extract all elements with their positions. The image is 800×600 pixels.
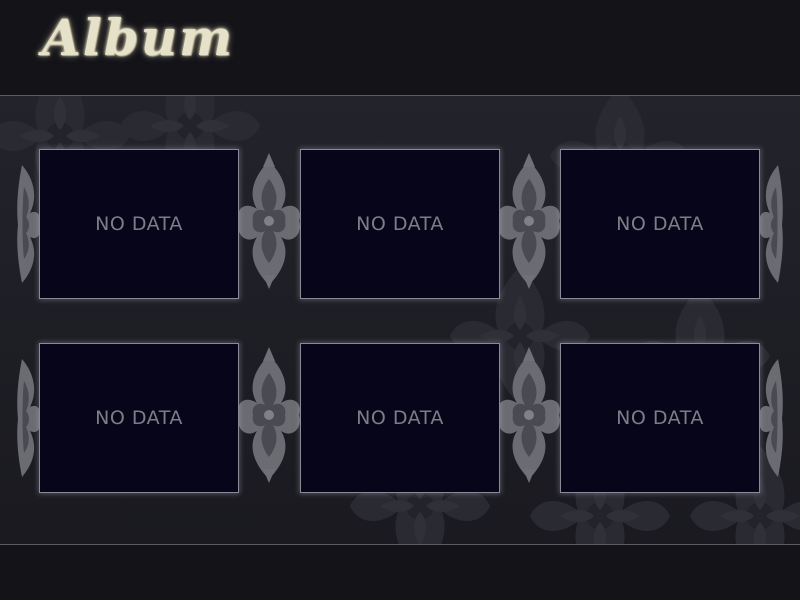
slot-label: NO DATA (356, 407, 444, 429)
slot-label: NO DATA (95, 407, 183, 429)
album-slot[interactable]: NO DATA (300, 149, 500, 299)
album-screen: Album NO DATA NO DATA NO DATA NO DATA NO… (0, 0, 800, 600)
slot-label: NO DATA (616, 213, 704, 235)
slot-label: NO DATA (356, 213, 444, 235)
album-slot[interactable]: NO DATA (560, 343, 760, 493)
header: Album (0, 0, 800, 95)
page-title: Album (42, 8, 235, 67)
album-slot[interactable]: NO DATA (560, 149, 760, 299)
album-slot[interactable]: NO DATA (39, 149, 239, 299)
slot-label: NO DATA (616, 407, 704, 429)
album-slot[interactable]: NO DATA (39, 343, 239, 493)
album-slot[interactable]: NO DATA (300, 343, 500, 493)
album-panel: NO DATA NO DATA NO DATA NO DATA NO DATA … (0, 95, 800, 545)
footer-bar (0, 545, 800, 600)
slot-label: NO DATA (95, 213, 183, 235)
